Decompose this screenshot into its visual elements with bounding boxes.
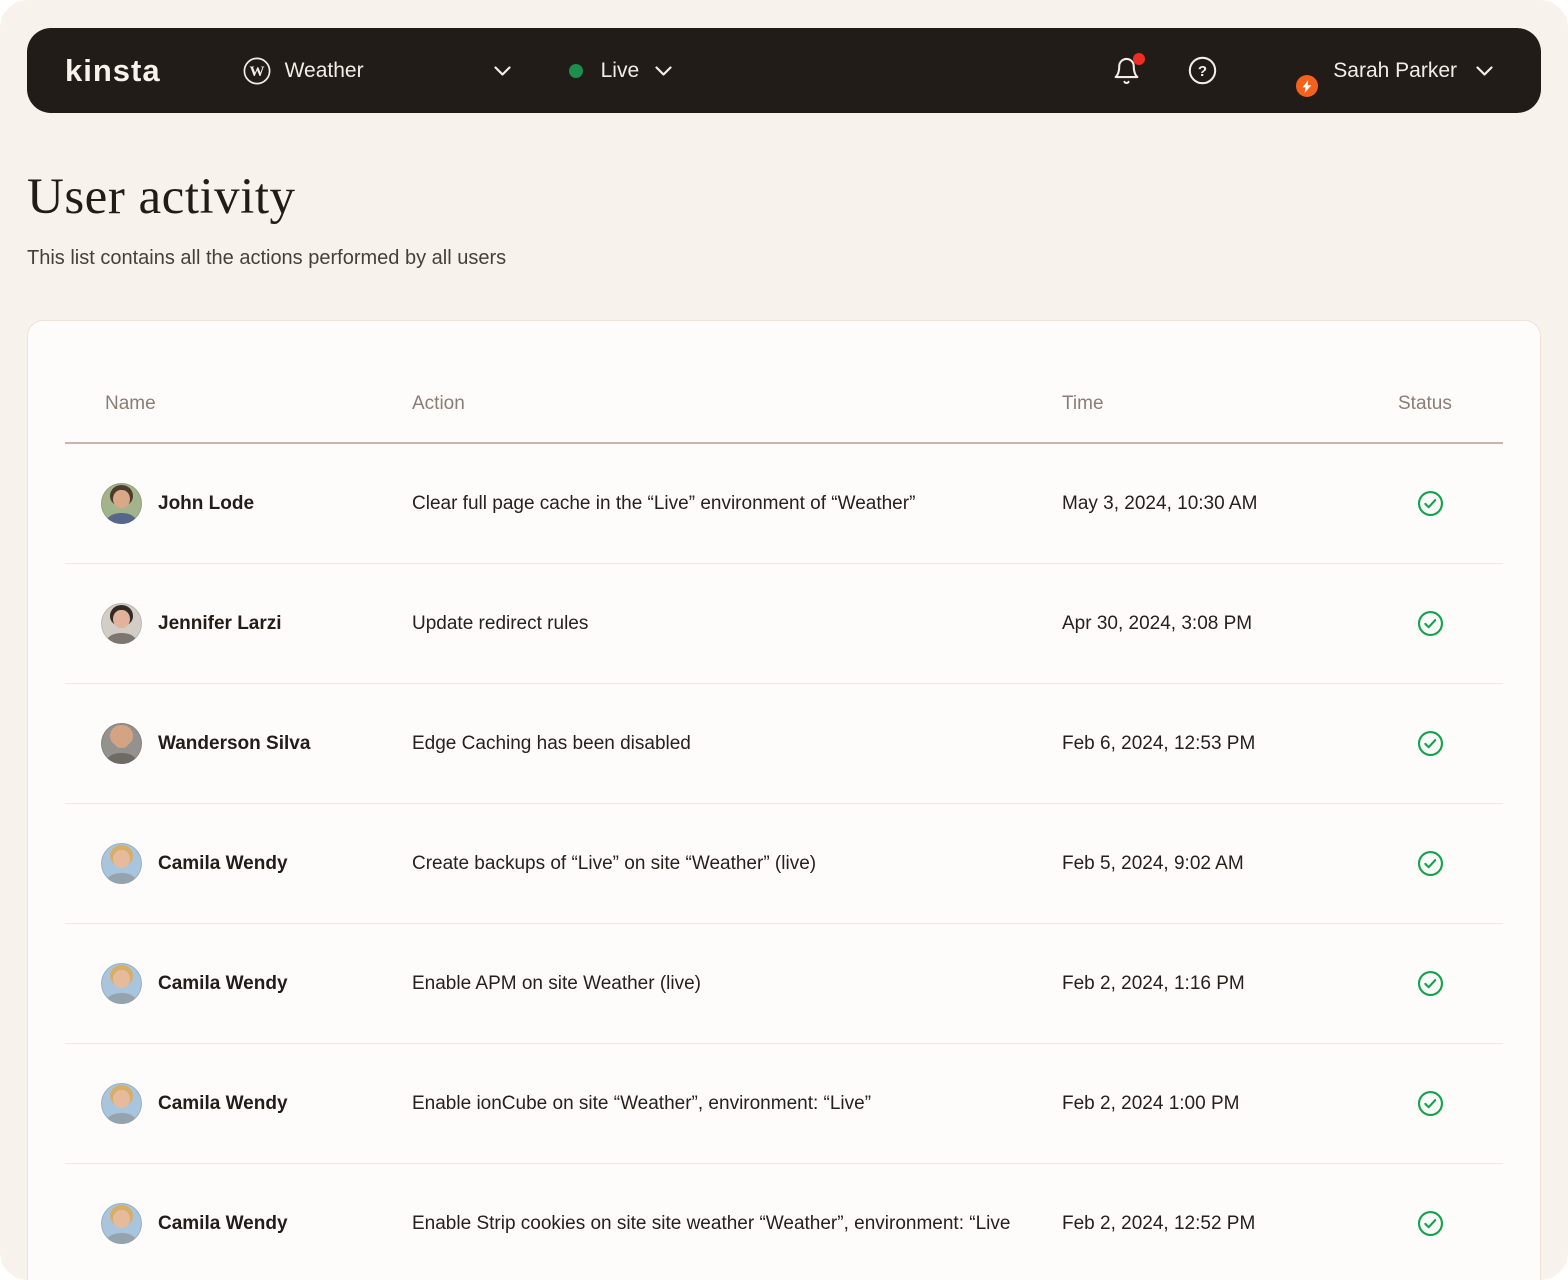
user-name: John Lode [158, 492, 255, 514]
time-text: Feb 6, 2024, 12:53 PM [1062, 732, 1256, 754]
status-cell [1398, 610, 1503, 637]
success-status-icon [1417, 850, 1444, 877]
avatar [101, 1083, 142, 1124]
table-row: Camila Wendy Enable APM on site Weather … [65, 924, 1503, 1044]
time-text: Feb 2, 2024, 12:52 PM [1062, 1212, 1256, 1234]
avatar [101, 843, 142, 884]
lightning-bolt-icon [1302, 79, 1312, 93]
chevron-down-icon [494, 65, 511, 76]
time-text: May 3, 2024, 10:30 AM [1062, 492, 1258, 514]
svg-text:W: W [249, 64, 264, 80]
user-avatar [1267, 48, 1319, 97]
avatar [101, 483, 142, 524]
live-status-dot [568, 63, 583, 78]
help-button[interactable]: ? [1188, 56, 1217, 85]
environment-selector-dropdown[interactable]: Live [568, 58, 673, 83]
table-header: Name Action Time Status [65, 321, 1503, 444]
column-header-time: Time [1062, 393, 1104, 414]
user-name: Wanderson Silva [158, 732, 311, 754]
page-subtitle: This list contains all the actions perfo… [27, 247, 507, 269]
user-cell: Camila Wendy [65, 1203, 412, 1244]
user-name: Camila Wendy [158, 852, 288, 874]
success-status-icon [1417, 1090, 1444, 1117]
lightning-badge [1296, 75, 1319, 97]
status-cell [1398, 490, 1503, 517]
user-name: Camila Wendy [158, 972, 288, 994]
time-text: Feb 2, 2024 1:00 PM [1062, 1092, 1240, 1114]
chevron-down-icon [1476, 65, 1493, 76]
table-row: John Lode Clear full page cache in the “… [65, 444, 1503, 564]
action-text: Create backups of “Live” on site “Weathe… [412, 852, 817, 874]
wordpress-icon: W [243, 57, 271, 84]
table-row: Camila Wendy Enable Strip cookies on sit… [65, 1164, 1503, 1280]
action-text: Enable APM on site Weather (live) [412, 972, 702, 994]
user-cell: Camila Wendy [65, 1083, 412, 1124]
avatar [101, 723, 142, 764]
table-row: Jennifer Larzi Update redirect rules Apr… [65, 564, 1503, 684]
column-header-status: Status [1398, 393, 1452, 414]
page: kinsta W Weather Live ? Sarah Parker Use… [0, 0, 1568, 1280]
avatar [101, 963, 142, 1004]
site-selector-dropdown[interactable]: W Weather [243, 57, 511, 85]
user-name: Camila Wendy [158, 1212, 288, 1234]
user-name: Jennifer Larzi [158, 612, 282, 634]
action-text: Update redirect rules [412, 612, 589, 634]
success-status-icon [1417, 490, 1444, 517]
user-menu[interactable]: Sarah Parker [1267, 48, 1493, 97]
table-row: Wanderson Silva Edge Caching has been di… [65, 684, 1503, 804]
status-cell [1398, 730, 1503, 757]
table-row: Camila Wendy Create backups of “Live” on… [65, 804, 1503, 924]
page-title: User activity [27, 169, 296, 225]
time-text: Feb 2, 2024, 1:16 PM [1062, 972, 1245, 994]
status-cell [1398, 970, 1503, 997]
unread-notification-dot [1133, 52, 1146, 65]
status-cell [1398, 1090, 1503, 1117]
success-status-icon [1417, 610, 1444, 637]
time-text: Feb 5, 2024, 9:02 AM [1062, 852, 1244, 874]
user-cell: Camila Wendy [65, 963, 412, 1004]
success-status-icon [1417, 1210, 1444, 1237]
avatar [101, 1203, 142, 1244]
user-cell: Camila Wendy [65, 843, 412, 884]
action-text: Clear full page cache in the “Live” envi… [412, 492, 916, 514]
action-text: Edge Caching has been disabled [412, 732, 691, 754]
user-name: Camila Wendy [158, 1092, 288, 1114]
column-header-action: Action [412, 393, 465, 414]
action-text: Enable Strip cookies on site site weathe… [412, 1212, 1011, 1234]
navbar-actions: ? Sarah Parker [1112, 48, 1493, 97]
status-cell [1398, 850, 1503, 877]
success-status-icon [1417, 970, 1444, 997]
kinsta-logo[interactable]: kinsta [65, 53, 161, 89]
environment-label: Live [600, 58, 640, 82]
success-status-icon [1417, 730, 1444, 757]
action-text: Enable ionCube on site “Weather”, enviro… [412, 1092, 872, 1114]
status-cell [1398, 1210, 1503, 1237]
chevron-down-icon [655, 65, 672, 76]
table-row: Camila Wendy Enable ionCube on site “Wea… [65, 1044, 1503, 1164]
question-mark-icon: ? [1189, 56, 1217, 85]
user-cell: Wanderson Silva [65, 723, 412, 764]
time-text: Apr 30, 2024, 3:08 PM [1062, 612, 1253, 634]
user-cell: John Lode [65, 483, 412, 524]
column-header-name: Name [105, 393, 156, 414]
site-selector-label: Weather [284, 58, 364, 82]
notifications-button[interactable] [1112, 52, 1146, 86]
user-cell: Jennifer Larzi [65, 603, 412, 644]
svg-text:?: ? [1198, 63, 1207, 80]
top-navbar: kinsta W Weather Live ? Sarah Parker [27, 28, 1541, 113]
user-name: Sarah Parker [1333, 58, 1457, 82]
avatar [101, 603, 142, 644]
user-activity-card: Name Action Time Status John Lode Clear … [27, 320, 1541, 1280]
